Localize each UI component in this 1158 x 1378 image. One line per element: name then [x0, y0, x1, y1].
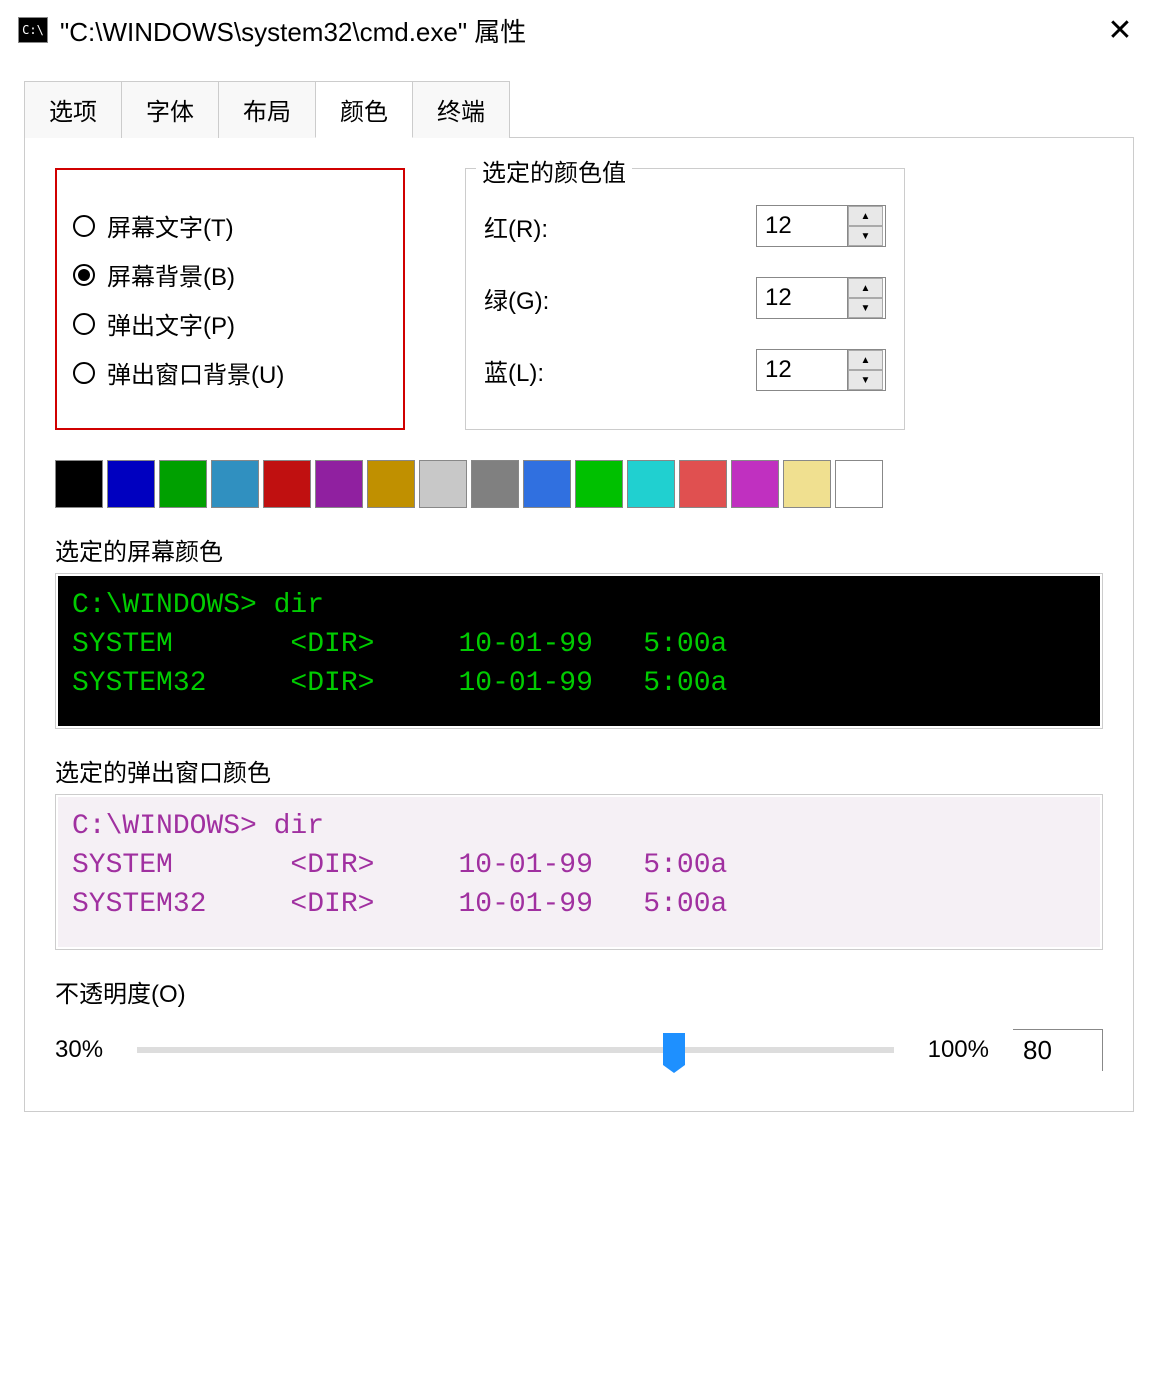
- radio-icon: [73, 313, 95, 335]
- red-input[interactable]: [757, 206, 847, 246]
- radio-popup-text[interactable]: 弹出文字(P): [73, 306, 363, 341]
- red-spinner[interactable]: ▲ ▼: [756, 205, 886, 247]
- radio-icon: [73, 215, 95, 237]
- blue-down[interactable]: ▼: [848, 370, 883, 390]
- blue-spinner[interactable]: ▲ ▼: [756, 349, 886, 391]
- color-swatch-12[interactable]: [679, 460, 727, 508]
- color-swatch-7[interactable]: [419, 460, 467, 508]
- green-down[interactable]: ▼: [848, 298, 883, 318]
- color-swatch-15[interactable]: [835, 460, 883, 508]
- tab-bar: 选项 字体 布局 颜色 终端: [24, 80, 1134, 138]
- color-swatch-13[interactable]: [731, 460, 779, 508]
- opacity-thumb[interactable]: [663, 1033, 685, 1065]
- color-swatch-0[interactable]: [55, 460, 103, 508]
- color-swatch-5[interactable]: [315, 460, 363, 508]
- popup-preview-box: C:\WINDOWS> dir SYSTEM <DIR> 10-01-99 5:…: [55, 794, 1103, 950]
- color-values-legend: 选定的颜色值: [476, 153, 632, 188]
- radio-label: 弹出窗口背景(U): [107, 355, 284, 390]
- opacity-max-label: 100%: [928, 1036, 989, 1064]
- window-title: "C:\WINDOWS\system32\cmd.exe" 属性: [60, 12, 1100, 49]
- radio-label: 屏幕背景(B): [107, 257, 235, 292]
- red-up[interactable]: ▲: [848, 206, 883, 226]
- opacity-min-label: 30%: [55, 1036, 103, 1064]
- color-swatch-3[interactable]: [211, 460, 259, 508]
- red-label: 红(R):: [484, 209, 548, 244]
- popup-preview-label: 选定的弹出窗口颜色: [55, 753, 1103, 788]
- radio-label: 屏幕文字(T): [107, 208, 234, 243]
- green-label: 绿(G):: [484, 281, 549, 316]
- red-down[interactable]: ▼: [848, 226, 883, 246]
- tab-colors[interactable]: 颜色: [315, 81, 413, 138]
- color-swatch-6[interactable]: [367, 460, 415, 508]
- green-spinner[interactable]: ▲ ▼: [756, 277, 886, 319]
- opacity-label: 不透明度(O): [55, 974, 1103, 1009]
- blue-label: 蓝(L):: [484, 353, 544, 388]
- color-swatch-11[interactable]: [627, 460, 675, 508]
- radio-popup-background[interactable]: 弹出窗口背景(U): [73, 355, 363, 390]
- screen-preview: C:\WINDOWS> dir SYSTEM <DIR> 10-01-99 5:…: [58, 576, 1100, 726]
- color-swatch-2[interactable]: [159, 460, 207, 508]
- radio-screen-text[interactable]: 屏幕文字(T): [73, 208, 363, 243]
- radio-icon: [73, 362, 95, 384]
- tab-font[interactable]: 字体: [121, 81, 219, 138]
- tab-content-colors: 屏幕文字(T) 屏幕背景(B) 弹出文字(P) 弹出窗口背景(U) 选定的颜色值: [24, 138, 1134, 1112]
- green-input[interactable]: [757, 278, 847, 318]
- color-swatch-10[interactable]: [575, 460, 623, 508]
- color-swatch-14[interactable]: [783, 460, 831, 508]
- color-palette: [55, 460, 1103, 508]
- green-up[interactable]: ▲: [848, 278, 883, 298]
- titlebar: C:\ "C:\WINDOWS\system32\cmd.exe" 属性 ✕: [0, 0, 1158, 60]
- screen-preview-box: C:\WINDOWS> dir SYSTEM <DIR> 10-01-99 5:…: [55, 573, 1103, 729]
- blue-input[interactable]: [757, 350, 847, 390]
- radio-icon: [73, 264, 95, 286]
- close-button[interactable]: ✕: [1100, 10, 1140, 50]
- opacity-input[interactable]: [1013, 1029, 1103, 1071]
- screen-preview-label: 选定的屏幕颜色: [55, 532, 1103, 567]
- cmd-icon: C:\: [18, 17, 48, 43]
- color-swatch-1[interactable]: [107, 460, 155, 508]
- radio-screen-background[interactable]: 屏幕背景(B): [73, 257, 363, 292]
- tab-layout[interactable]: 布局: [218, 81, 316, 138]
- opacity-section: 不透明度(O) 30% 100%: [55, 974, 1103, 1071]
- color-target-group: 屏幕文字(T) 屏幕背景(B) 弹出文字(P) 弹出窗口背景(U): [55, 168, 405, 430]
- tab-terminal[interactable]: 终端: [412, 81, 510, 138]
- color-swatch-9[interactable]: [523, 460, 571, 508]
- selected-color-values: 选定的颜色值 红(R): ▲ ▼ 绿(G):: [465, 168, 905, 430]
- color-swatch-8[interactable]: [471, 460, 519, 508]
- popup-preview: C:\WINDOWS> dir SYSTEM <DIR> 10-01-99 5:…: [58, 797, 1100, 947]
- blue-up[interactable]: ▲: [848, 350, 883, 370]
- color-swatch-4[interactable]: [263, 460, 311, 508]
- opacity-slider[interactable]: [137, 1047, 894, 1053]
- tab-options[interactable]: 选项: [24, 81, 122, 138]
- radio-label: 弹出文字(P): [107, 306, 235, 341]
